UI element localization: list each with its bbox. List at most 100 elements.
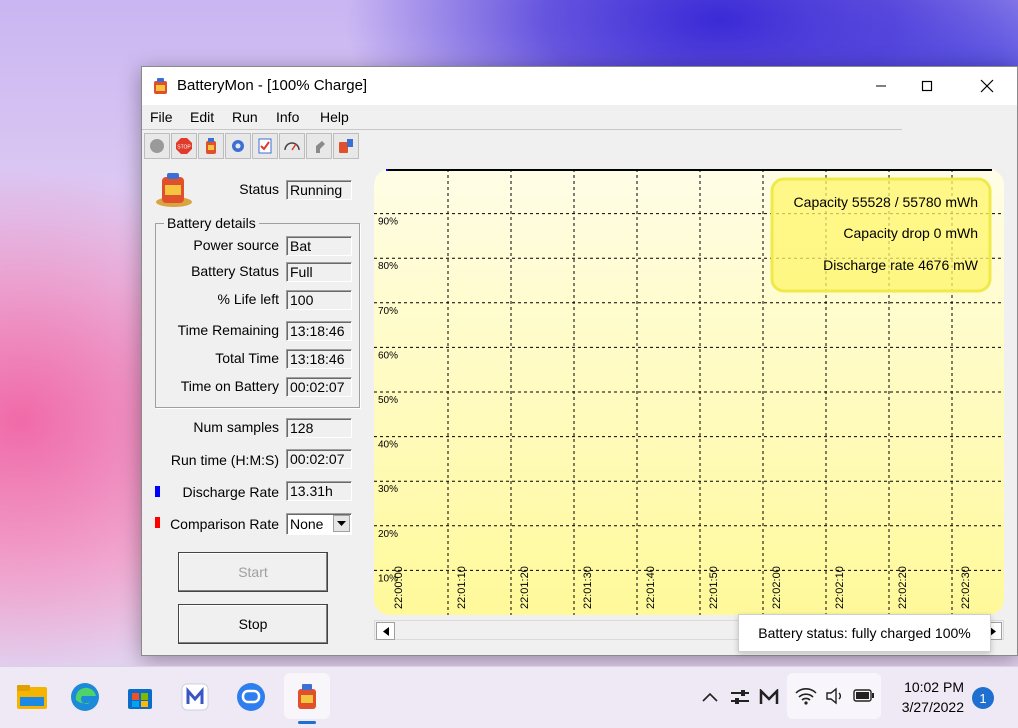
comparison-rate-value: None: [290, 516, 324, 532]
battery-icon: [206, 138, 216, 154]
taskbar-store[interactable]: [122, 679, 158, 715]
toolbar-battery-info-button[interactable]: [333, 133, 359, 159]
status-label: Status: [239, 181, 279, 197]
close-icon: [980, 79, 994, 93]
batterymon-window: BatteryMon - [100% Charge] File Edit Run…: [141, 66, 1018, 656]
x-tick-label-4: 22:01:40: [645, 566, 657, 609]
chart-y-ticks: 90%80%70%60%50%40%30%20%10%: [378, 217, 398, 585]
plug-icon: [316, 141, 325, 153]
menu-edit[interactable]: Edit: [190, 109, 214, 125]
taskbar-edge[interactable]: [67, 679, 103, 715]
battery-details-title: Battery details: [164, 215, 259, 231]
taskbar: 10:02 PM 3/27/2022 1: [0, 666, 1018, 728]
settings-gear-icon: [232, 140, 244, 152]
batterymon-app-icon: [154, 78, 167, 94]
x-tick-label-8: 22:02:20: [897, 566, 909, 609]
toolbar-checklist-button[interactable]: [252, 133, 278, 159]
discharge-rate-field: 13.31h: [286, 481, 352, 501]
toolbar-settings-button[interactable]: [225, 133, 251, 159]
battery-chart-svg: 90%80%70%60%50%40%30%20%10% 22:00:00 22:0…: [374, 169, 1016, 615]
clock-time: 10:02 PM: [904, 679, 964, 695]
y-tick-label-7: 20%: [378, 529, 398, 540]
menu-help[interactable]: Help: [320, 109, 349, 125]
info-capacity-drop: Capacity drop 0 mWh: [843, 225, 978, 241]
x-tick-label-2: 22:01:20: [519, 566, 531, 609]
taskbar-clock[interactable]: 10:02 PM 3/27/2022: [902, 677, 964, 717]
window-title: BatteryMon - [100% Charge]: [177, 77, 368, 94]
x-tick-label-9: 22:02:30: [960, 566, 972, 609]
comparison-rate-label: Comparison Rate: [170, 516, 279, 532]
y-tick-label-2: 70%: [378, 306, 398, 317]
batterymon-icon: [298, 684, 316, 709]
gauge-icon: [284, 142, 300, 151]
x-tick-label-6: 22:02:00: [771, 566, 783, 609]
y-tick-label-0: 90%: [378, 217, 398, 228]
close-button[interactable]: [964, 67, 1010, 105]
run-time-field: 00:02:07: [286, 449, 352, 469]
run-time-label: Run time (H:M:S): [170, 452, 279, 468]
notification-badge[interactable]: 1: [972, 687, 994, 709]
y-tick-label-5: 40%: [378, 440, 398, 451]
minimize-button[interactable]: [858, 67, 904, 105]
scroll-left-button[interactable]: [376, 622, 395, 640]
stop-button[interactable]: Stop: [178, 604, 328, 644]
toolbar-stop-circle-button[interactable]: [144, 133, 170, 159]
battery-tray-icon: [853, 689, 874, 702]
chat-app-icon: [237, 683, 265, 711]
dropdown-arrow-button[interactable]: [333, 515, 350, 532]
chevron-up-icon: [702, 692, 718, 702]
y-tick-label-3: 60%: [378, 350, 398, 361]
x-tick-label-1: 22:01:10: [456, 566, 468, 609]
title-bar[interactable]: BatteryMon - [100% Charge]: [142, 67, 1017, 105]
battery-status-tooltip: Battery status: fully charged 100%: [738, 614, 991, 652]
discharge-rate-label: Discharge Rate: [182, 484, 280, 500]
battery-status-logo: [156, 173, 192, 207]
menu-bar: File Edit Run Info Help: [142, 105, 902, 130]
time-on-battery-label: Time on Battery: [180, 378, 279, 394]
total-time-label: Total Time: [215, 350, 279, 366]
mail-app-icon: [181, 683, 209, 711]
menu-file[interactable]: File: [150, 109, 173, 125]
sliders-icon: [731, 690, 749, 704]
power-source-field: Bat: [286, 236, 352, 256]
volume-icon: [826, 687, 841, 705]
x-tick-label-5: 22:01:50: [708, 566, 720, 609]
x-tick-label-3: 22:01:30: [582, 566, 594, 609]
y-tick-label-6: 30%: [378, 484, 398, 495]
maximize-button[interactable]: [904, 67, 950, 105]
toolbar-stop-button[interactable]: STOP: [171, 133, 197, 159]
taskbar-mail-app[interactable]: [177, 679, 213, 715]
clock-date: 3/27/2022: [901, 699, 964, 715]
stop-circle-icon: [150, 139, 164, 153]
time-remaining-field: 13:18:46: [286, 321, 352, 341]
discharge-color-swatch: [155, 486, 160, 497]
num-samples-field: 128: [286, 418, 352, 438]
checklist-icon: [258, 138, 272, 154]
toolbar-plug-button[interactable]: [306, 133, 332, 159]
time-on-battery-field: 00:02:07: [286, 377, 352, 397]
toolbar-gauge-button[interactable]: [279, 133, 305, 159]
comparison-color-swatch: [155, 517, 160, 528]
menu-run[interactable]: Run: [232, 109, 258, 125]
num-samples-label: Num samples: [193, 419, 279, 435]
time-remaining-label: Time Remaining: [177, 322, 279, 338]
tray-app[interactable]: [751, 679, 787, 715]
battery-info-icon: [339, 139, 353, 153]
comparison-rate-select[interactable]: None: [286, 513, 352, 535]
minimize-icon: [876, 85, 886, 87]
taskbar-file-explorer[interactable]: [14, 679, 50, 715]
battery-status-field: Full: [286, 262, 352, 282]
toolbar: STOP: [142, 133, 359, 161]
taskbar-batterymon[interactable]: [284, 673, 330, 719]
info-discharge-rate: Discharge rate 4676 mW: [823, 257, 979, 273]
taskbar-chat-app[interactable]: [233, 679, 269, 715]
file-explorer-icon: [17, 685, 47, 709]
quick-settings-button[interactable]: [787, 673, 881, 719]
menu-info[interactable]: Info: [276, 109, 299, 125]
power-source-label: Power source: [193, 237, 279, 253]
life-left-field: 100: [286, 290, 352, 310]
info-capacity: Capacity 55528 / 55780 mWh: [794, 194, 978, 210]
toolbar-battery-button[interactable]: [198, 133, 224, 159]
start-button[interactable]: Start: [178, 552, 328, 592]
edge-browser-icon: [71, 683, 99, 711]
